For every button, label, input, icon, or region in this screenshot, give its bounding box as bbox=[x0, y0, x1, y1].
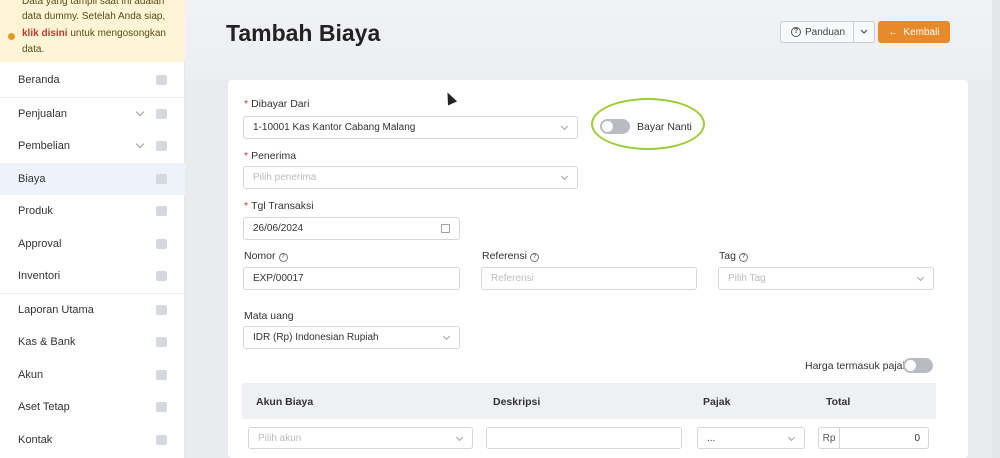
notice-line-2: data dummy. Setelah Anda siap, bbox=[22, 11, 166, 22]
total-value: 0 bbox=[914, 432, 920, 444]
arrow-left-icon: ← bbox=[888, 26, 899, 38]
sidebar-item-label: Kontak bbox=[18, 433, 53, 446]
recipient-select[interactable]: Pilih penerima bbox=[243, 166, 578, 189]
clear-data-link[interactable]: klik disini bbox=[22, 28, 68, 39]
expense-account-select[interactable]: Pilih akun bbox=[248, 427, 473, 449]
sidebar-item-label: Kas & Bank bbox=[18, 336, 76, 349]
column-header-tax: Pajak bbox=[703, 396, 731, 408]
number-label: Nomor? bbox=[244, 250, 288, 262]
building-icon bbox=[156, 402, 167, 412]
chevron-down-icon bbox=[860, 29, 868, 34]
chevron-down-icon bbox=[787, 433, 796, 442]
check-icon bbox=[156, 238, 167, 249]
card-icon bbox=[156, 173, 167, 184]
tag-label: Tag? bbox=[719, 250, 748, 262]
sidebar-item-kas-bank[interactable]: Kas & Bank bbox=[0, 326, 185, 359]
chart-icon bbox=[156, 304, 167, 315]
box-icon bbox=[156, 206, 167, 216]
paid-from-select[interactable]: 1-10001 Kas Kantor Cabang Malang bbox=[243, 116, 578, 139]
currency-prefix: Rp bbox=[819, 428, 840, 448]
total-input[interactable]: Rp 0 bbox=[818, 427, 929, 449]
chevron-down-icon bbox=[916, 273, 925, 282]
sidebar-item-aset-tetap[interactable]: Aset Tetap bbox=[0, 391, 185, 424]
back-button[interactable]: ← Kembali bbox=[878, 21, 950, 43]
sidebar-item-label: Biaya bbox=[18, 172, 46, 185]
currency-select[interactable]: IDR (Rp) Indonesian Rupiah bbox=[243, 326, 460, 349]
chevron-down-icon bbox=[135, 139, 145, 149]
info-icon: ? bbox=[278, 253, 288, 262]
warehouse-icon bbox=[156, 271, 167, 281]
notice-dot-icon bbox=[8, 33, 15, 40]
dollar-icon bbox=[156, 337, 167, 347]
sidebar-nav: Beranda Penjualan Pembelian Biaya Produk… bbox=[0, 64, 185, 456]
question-icon: ? bbox=[791, 27, 801, 37]
home-icon bbox=[156, 75, 167, 85]
sidebar-item-inventori[interactable]: Inventori bbox=[0, 260, 185, 293]
sidebar-item-biaya[interactable]: Biaya bbox=[0, 162, 185, 195]
date-label: * Tgl Transaksi bbox=[244, 200, 314, 212]
date-input[interactable]: 26/06/2024 bbox=[243, 217, 460, 240]
chevron-down-icon bbox=[455, 433, 464, 442]
notice-line-4: data. bbox=[22, 44, 45, 55]
sidebar-item-label: Pembelian bbox=[18, 140, 70, 153]
reference-input[interactable]: Referensi bbox=[481, 267, 697, 290]
info-icon: ? bbox=[738, 253, 748, 262]
sidebar-item-akun[interactable]: Akun bbox=[0, 359, 185, 392]
sidebar: Data yang tampil saat ini adalah data du… bbox=[0, 0, 185, 458]
guide-label: Panduan bbox=[805, 26, 846, 38]
scrollbar[interactable] bbox=[992, 0, 1000, 458]
notice-line-3: untuk mengosongkan bbox=[67, 28, 166, 39]
chevron-down-icon bbox=[442, 332, 451, 341]
sidebar-item-laporan-utama[interactable]: Laporan Utama bbox=[0, 294, 185, 327]
sidebar-item-label: Penjualan bbox=[18, 107, 67, 120]
reference-label: Referensi? bbox=[482, 250, 539, 262]
column-header-account: Akun Biaya bbox=[256, 396, 314, 408]
sidebar-item-pembelian[interactable]: Pembelian bbox=[0, 130, 185, 163]
chevron-down-icon bbox=[560, 172, 569, 181]
back-label: Kembali bbox=[903, 26, 940, 38]
highlight-circle bbox=[591, 98, 705, 150]
sidebar-item-label: Inventori bbox=[18, 270, 61, 283]
column-header-description: Deskripsi bbox=[493, 396, 541, 408]
sidebar-item-penjualan[interactable]: Penjualan bbox=[0, 98, 185, 131]
sidebar-item-kontak[interactable]: Kontak bbox=[0, 424, 185, 457]
sidebar-item-label: Laporan Utama bbox=[18, 303, 94, 316]
number-input[interactable]: EXP/00017 bbox=[243, 267, 460, 290]
info-icon: ? bbox=[529, 253, 539, 262]
chevron-down-icon bbox=[135, 107, 145, 116]
description-input[interactable] bbox=[486, 427, 682, 449]
tax-inclusive-toggle[interactable] bbox=[903, 358, 933, 373]
basket-icon bbox=[156, 108, 167, 119]
tag-select[interactable]: Pilih Tag bbox=[718, 267, 934, 290]
tax-inclusive-label: Harga termasuk pajak bbox=[805, 360, 908, 372]
sidebar-item-label: Beranda bbox=[18, 74, 60, 87]
notice-line-1: Data yang tampil saat ini adalah bbox=[22, 0, 165, 7]
sidebar-item-label: Aset Tetap bbox=[18, 401, 70, 414]
bag-icon bbox=[156, 141, 167, 151]
chevron-down-icon bbox=[560, 122, 569, 131]
sidebar-item-produk[interactable]: Produk bbox=[0, 195, 185, 228]
sidebar-item-beranda[interactable]: Beranda bbox=[0, 64, 185, 97]
sidebar-item-label: Approval bbox=[18, 237, 62, 250]
ledger-icon bbox=[156, 369, 167, 380]
guide-button[interactable]: ? Panduan bbox=[780, 21, 875, 43]
sidebar-item-approval[interactable]: Approval bbox=[0, 228, 185, 261]
tax-select[interactable]: ... bbox=[697, 427, 805, 449]
sidebar-item-label: Akun bbox=[18, 368, 44, 381]
contact-icon bbox=[156, 434, 167, 445]
recipient-label: * Penerima bbox=[244, 150, 297, 162]
dummy-data-notice: Data yang tampil saat ini adalah data du… bbox=[0, 0, 185, 62]
column-header-total: Total bbox=[826, 396, 851, 408]
page-title: Tambah Biaya bbox=[226, 20, 381, 46]
guide-dropdown-button[interactable] bbox=[854, 29, 874, 35]
paid-from-label: * Dibayar Dari bbox=[244, 98, 310, 110]
currency-label: Mata uang bbox=[244, 310, 294, 322]
sidebar-item-label: Produk bbox=[18, 205, 53, 218]
calendar-icon bbox=[441, 224, 450, 233]
